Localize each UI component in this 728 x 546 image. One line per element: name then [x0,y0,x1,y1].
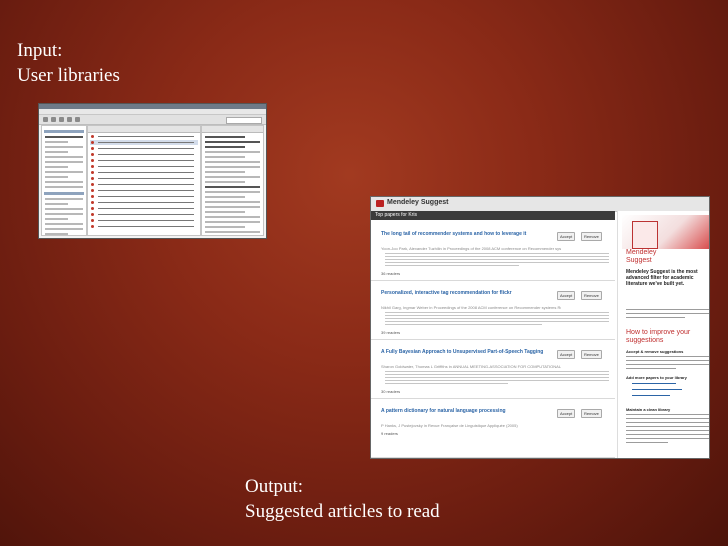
suggestion-title[interactable]: Personalized, interactive tag recommenda… [381,290,561,304]
suggestion-item: The long tail of recommender systems and… [371,222,615,281]
suggestion-title[interactable]: A Fully Bayesian Approach to Unsupervise… [381,349,561,363]
import-web-link[interactable] [632,389,682,390]
library-screenshot [38,103,267,239]
promo-title: Mendeley Suggest [626,249,657,264]
suggestion-readers: 9 readers [381,431,398,436]
remove-button[interactable]: Remove [581,409,602,418]
suggestion-readers: 36 readers [381,271,401,276]
accept-remove-text [626,356,709,372]
output-heading: Output: [245,476,304,497]
toolbar-icon [75,117,80,122]
suggest-sidebar: Mendeley Suggest Mendeley Suggest is the… [617,211,709,458]
accept-button[interactable]: Accept [557,350,576,359]
input-heading: Input: [17,40,63,61]
suggestion-item: A Fully Bayesian Approach to Unsupervise… [371,340,615,399]
suggestion-readers: 30 readers [381,389,401,394]
toolbar-icon [51,117,56,122]
suggest-screenshot: Mendeley Suggest Top papers for Kris The… [370,196,710,459]
toolbar-icon [67,117,72,122]
accept-button[interactable]: Accept [557,409,576,418]
search-papers-link[interactable] [632,395,670,396]
suggestion-abstract [385,312,609,327]
suggest-section-bar: Top papers for Kris [371,211,615,220]
suggestion-meta: P Hanks, J Pustejovsky in Revue Français… [381,423,518,428]
suggestion-readers: 39 readers [381,330,401,335]
library-search-box [226,117,262,124]
suggestion-item: Personalized, interactive tag recommenda… [371,281,615,340]
suggestion-meta: Nikhil Garg, Ingmar Weber in Proceedings… [381,305,561,310]
accept-button[interactable]: Accept [557,232,576,241]
promo-description: Mendeley Suggest is the most advanced fi… [626,269,698,287]
suggest-section-label: Top papers for Kris [375,212,417,218]
output-caption-block: Output: Suggested articles to read [245,474,440,524]
maintain-text [626,414,709,446]
output-caption: Suggested articles to read [245,501,440,522]
promo-illustration [622,215,709,249]
how-to-heading: How to improve your suggestions [626,329,691,344]
library-toolbar [39,115,266,125]
suggestion-title[interactable]: A pattern dictionary for natural languag… [381,408,561,422]
promo-text-lines [626,309,709,321]
suggestion-abstract [385,253,609,268]
suggestion-meta: Sharon Goldwater, Thomas L Griffiths in … [381,364,561,369]
toolbar-icon [59,117,64,122]
toolbar-icon [43,117,48,122]
suggestion-abstract [385,371,609,386]
suggestion-title[interactable]: The long tail of recommender systems and… [381,231,561,245]
add-more-heading: Add more papers to your library [626,375,687,380]
library-collections-pane [41,125,87,236]
remove-button[interactable]: Remove [581,232,602,241]
library-details-pane [201,125,264,236]
add-pdfs-link[interactable] [632,383,676,384]
suggestion-item: A pattern dictionary for natural languag… [371,399,615,458]
input-caption-block: Input: User libraries [17,38,120,88]
suggest-header: Mendeley Suggest [371,197,709,212]
library-documents-pane [87,125,201,236]
maintain-heading: Maintain a clean library [626,407,671,412]
mendeley-logo-icon [376,200,384,207]
suggestion-meta: Yoon-Joo Park, Alexander Tuzhilin in Pro… [381,246,561,251]
suggest-app-title: Mendeley Suggest [387,199,449,206]
suggestion-list: The long tail of recommender systems and… [371,222,615,458]
input-caption: User libraries [17,65,120,86]
remove-button[interactable]: Remove [581,350,602,359]
remove-button[interactable]: Remove [581,291,602,300]
accept-button[interactable]: Accept [557,291,576,300]
accept-remove-heading: Accept & remove suggestions [626,349,684,354]
